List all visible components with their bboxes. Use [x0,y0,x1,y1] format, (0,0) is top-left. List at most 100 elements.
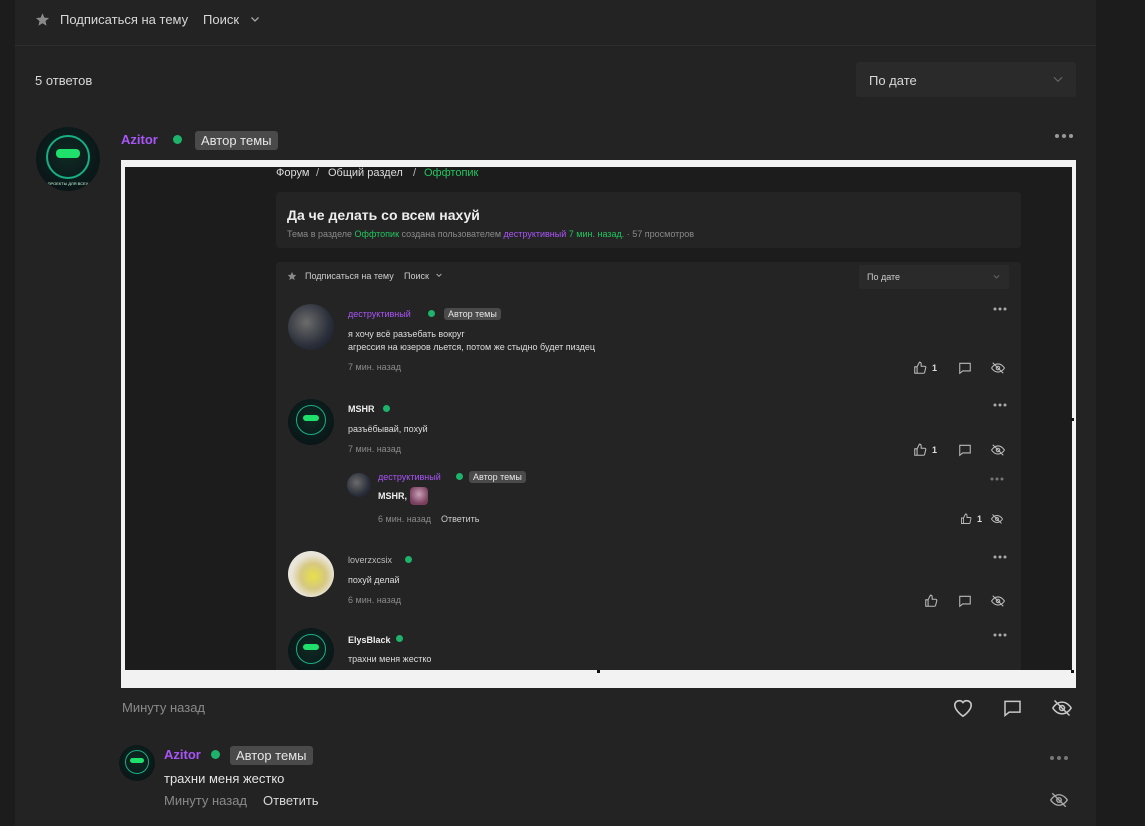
post-time: 6 мин. назад [378,514,431,524]
eye-off-icon[interactable] [1049,791,1069,809]
chevron-down-icon [435,271,443,279]
eye-off-icon [990,361,1006,375]
thumbs-up-icon [924,594,938,608]
post-text: агрессия на юзеров льется, потом же стыд… [348,342,596,352]
resize-handle[interactable] [1071,670,1074,673]
post-time: Минуту назад [122,700,206,715]
sort-select[interactable]: По дате [856,62,1076,97]
heart-icon[interactable] [952,698,974,718]
like-count: 1 [977,514,983,524]
author-badge: Автор темы [195,131,278,150]
attached-image[interactable]: Форум / Общий раздел / Оффтопик Да че де… [121,160,1076,688]
avatar [288,628,334,670]
reply-author[interactable]: Azitor [164,747,201,762]
breadcrumb-forum: Форум [276,167,310,179]
comment-icon [958,443,972,457]
subscribe-link[interactable]: Подписаться на тему [60,12,188,27]
sticker-image [410,487,428,505]
eye-off-icon [990,594,1006,608]
breadcrumb-separator: / [413,167,417,179]
author-badge: Автор темы [230,746,313,765]
avatar[interactable]: ПРОЕКТЫ ДЛЯ ВСЕХ [36,127,100,191]
avatar [288,399,334,445]
more-dots-icon [993,632,1007,638]
eye-off-icon [990,443,1006,457]
meta-views: · 57 просмотров [626,229,695,239]
post-author[interactable]: Azitor [121,132,158,147]
chevron-down-icon [992,272,1001,281]
chevron-down-icon [1051,72,1065,86]
meta-time: 7 мин. назад. [568,229,625,239]
online-indicator [428,310,435,317]
online-indicator [383,405,390,412]
post-text: трахни меня жестко [348,654,432,664]
breadcrumb-general: Общий раздел [328,167,403,179]
more-dots-icon[interactable] [1054,129,1074,143]
star-icon[interactable] [35,12,50,27]
like-count: 1 [932,363,938,373]
resize-handle[interactable] [597,670,600,673]
subscribe-link: Подписаться на тему [305,271,394,281]
sort-select-value: По дате [869,73,917,88]
sort-select: По дате [859,265,1009,289]
meta-user-link: деструктивный [503,229,567,239]
thread-title: Да че делать со всем нахуй [287,207,480,223]
post-text: разъёбывай, похуй [348,424,428,434]
comment-icon[interactable] [1002,698,1023,718]
online-indicator [405,556,412,563]
reply-button[interactable]: Ответить [263,793,319,808]
divider [15,45,1096,46]
meta-text: создана пользователем [401,229,502,239]
meta-text: Тема в разделе [287,229,353,239]
more-dots-icon [993,402,1007,408]
reply-link: Ответить [441,514,480,524]
avatar [288,304,334,350]
eye-off-icon [990,513,1004,525]
thread-meta: Тема в разделе Оффтопик создана пользова… [287,229,694,239]
post-text: похуй делай [348,575,400,585]
post-author: ElysBlack [348,635,391,645]
post-author: деструктивный [378,472,441,482]
avatar [347,473,371,497]
post-text: я хочу всё разъебать вокруг [348,329,465,339]
replies-count: 5 ответов [35,73,93,88]
thumbs-up-icon [913,443,927,457]
author-badge: Автор темы [469,471,526,483]
attached-image-content: Форум / Общий раздел / Оффтопик Да че де… [125,167,1072,670]
avatar[interactable] [119,745,155,781]
author-badge: Автор темы [444,308,501,320]
chevron-down-icon[interactable] [249,13,261,25]
online-indicator [211,750,220,759]
more-dots-icon [990,476,1004,482]
more-dots-icon [993,554,1007,560]
thread-header: Да че делать со всем нахуй Тема в раздел… [276,192,1021,248]
search-dropdown: Поиск [404,271,429,281]
reply-text: трахни меня жестко [164,771,285,786]
sort-select-value: По дате [867,272,901,282]
like-count: 1 [932,445,938,455]
post-author: деструктивный [348,309,411,319]
avatar [288,551,334,597]
online-indicator [173,135,182,144]
post-text: MSHR, [378,491,407,501]
online-indicator [456,473,463,480]
thumbs-up-icon [960,513,972,525]
post-time: 7 мин. назад [348,444,401,454]
inner-posts: Подписаться на тему Поиск По дате дестру… [276,262,1021,670]
reply-time: Минуту назад [164,793,248,808]
search-dropdown[interactable]: Поиск [203,12,239,27]
online-indicator [396,635,403,642]
comment-icon [958,594,972,608]
more-dots-icon [993,306,1007,312]
eye-off-icon[interactable] [1050,698,1074,718]
breadcrumb-separator: / [316,167,320,179]
post-time: 7 мин. назад [348,362,401,372]
more-dots-icon[interactable] [1049,752,1069,764]
resize-handle[interactable] [1071,418,1074,421]
star-icon [287,271,297,281]
comment-icon [958,361,972,375]
breadcrumb-offtopic: Оффтопик [424,167,479,179]
meta-section-link: Оффтопик [354,229,400,239]
post-author: loverzxcsix [348,555,393,565]
thumbs-up-icon [913,361,927,375]
